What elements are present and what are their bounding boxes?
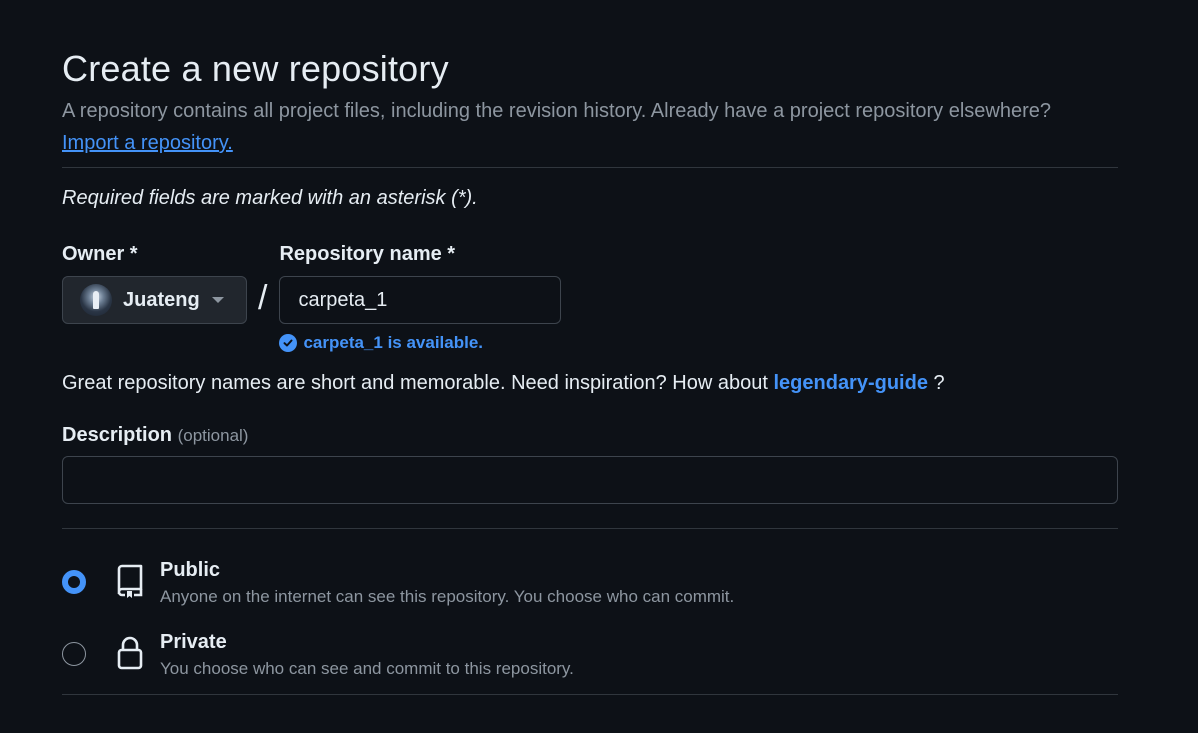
description-label: Description [62,424,173,446]
required-fields-note: Required fields are marked with an aster… [62,187,478,209]
page-title: Create a new repository [62,48,449,89]
check-circle-icon [279,334,298,352]
private-description: You choose who can see and commit to thi… [160,659,574,678]
owner-repo-row: Owner * Juateng / Repository name * carp… [62,240,1118,353]
owner-field: Owner * Juateng [62,240,247,324]
public-radio[interactable] [62,570,86,594]
visibility-option-private[interactable]: Private You choose who can see and commi… [62,629,1118,680]
owner-dropdown-button[interactable]: Juateng [62,276,247,324]
import-repository-link[interactable]: Import a repository. [62,129,233,157]
repo-icon [117,564,143,598]
repo-name-input[interactable] [279,276,562,324]
optional-tag: (optional) [177,426,249,445]
visibility-option-public[interactable]: Public Anyone on the internet can see th… [62,557,1118,608]
owner-label: Owner * [62,243,138,265]
page-subtitle: A repository contains all project files,… [62,100,1052,122]
private-text: Private You choose who can see and commi… [160,629,574,680]
public-description: Anyone on the internet can see this repo… [160,587,735,606]
availability-text: carpeta_1 is available. [303,333,484,352]
owner-name: Juateng [123,288,200,311]
private-title: Private [160,631,227,653]
description-label-row: Description (optional) [62,421,1118,450]
suggestion-suffix: ? [933,372,945,394]
divider [62,528,1118,529]
suggested-name-link[interactable]: legendary-guide [773,372,927,394]
divider [62,167,1118,168]
divider [62,694,1118,695]
chevron-down-icon [211,297,224,303]
new-repository-page: Create a new repository A repository con… [0,0,1198,733]
private-radio[interactable] [62,642,86,666]
availability-message: carpeta_1 is available. [279,333,561,353]
avatar [80,284,112,316]
name-suggestion: Great repository names are short and mem… [62,369,1118,397]
lock-icon [117,636,143,670]
repo-name-field: Repository name * carpeta_1 is available… [279,240,562,353]
owner-repo-separator: / [258,279,268,317]
new-repository-form: Create a new repository A repository con… [62,0,1118,695]
suggestion-prefix: Great repository names are short and mem… [62,372,768,394]
public-text: Public Anyone on the internet can see th… [160,557,734,608]
repo-name-label: Repository name * [279,243,456,265]
description-input[interactable] [62,456,1118,504]
public-title: Public [160,559,221,581]
